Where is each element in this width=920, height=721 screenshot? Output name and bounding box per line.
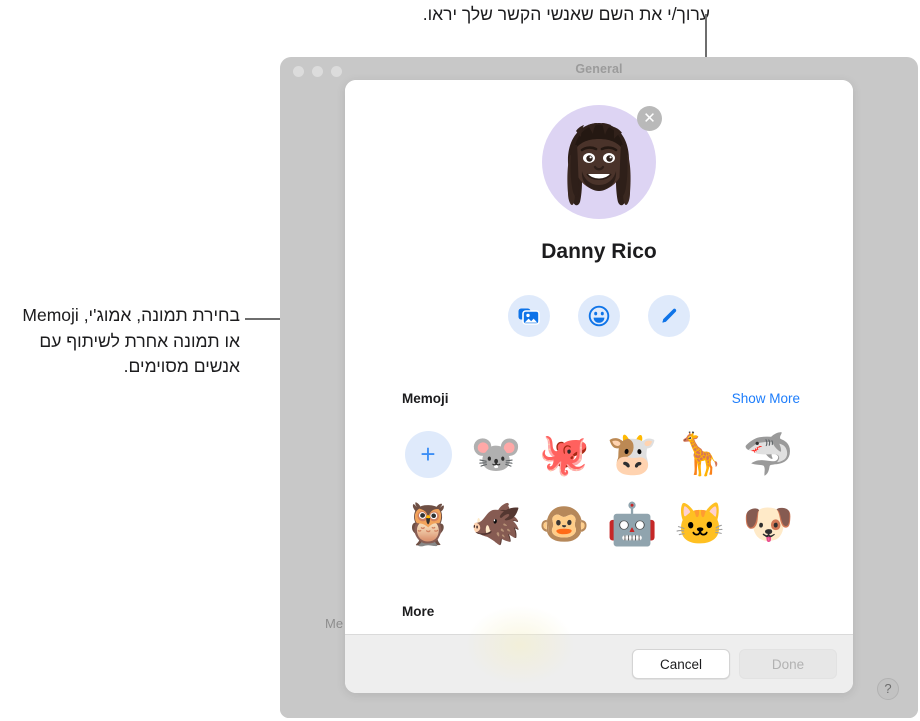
picture-picker-sheet: ✕ Danny Rico Memoji Show More + 🐭 🐙 🐮 🦒 …: [345, 80, 853, 693]
window-title: General: [575, 62, 623, 76]
memoji-cell-robot[interactable]: 🤖: [606, 498, 658, 550]
show-more-link[interactable]: Show More: [732, 391, 800, 406]
memoji-cell-shark[interactable]: 🦈: [742, 428, 794, 480]
sheet-footer: Cancel Done: [345, 605, 853, 693]
avatar[interactable]: ✕: [542, 105, 662, 219]
photos-icon: [518, 308, 540, 325]
memoji-cell-monkey[interactable]: 🐵: [538, 498, 590, 550]
shark-icon: 🦈: [742, 430, 794, 477]
obscured-label: Me: [325, 616, 344, 631]
robot-icon: 🤖: [606, 500, 658, 547]
memoji-cell-owl[interactable]: 🦉: [402, 498, 454, 550]
cow-icon: 🐮: [606, 430, 658, 477]
memoji-cell-dog[interactable]: 🐶: [742, 498, 794, 550]
dog-icon: 🐶: [742, 500, 794, 547]
cat-icon: 🐱: [674, 500, 726, 547]
memoji-cell-giraffe[interactable]: 🦒: [674, 428, 726, 480]
octopus-icon: 🐙: [538, 430, 590, 477]
sheet-scroll-area[interactable]: ✕ Danny Rico Memoji Show More + 🐭 🐙 🐮 🦒 …: [345, 80, 853, 634]
memoji-cell-mouse[interactable]: 🐭: [470, 428, 522, 480]
memoji-cell-cat[interactable]: 🐱: [674, 498, 726, 550]
close-icon[interactable]: ✕: [637, 106, 662, 131]
owl-icon: 🦉: [402, 500, 454, 547]
action-button-row: [345, 295, 853, 337]
boar-icon: 🐗: [470, 500, 522, 547]
memoji-section-title: Memoji: [402, 391, 449, 406]
mouse-icon: 🐭: [470, 430, 522, 477]
memoji-cell-octopus[interactable]: 🐙: [538, 428, 590, 480]
memoji-grid: + 🐭 🐙 🐮 🦒 🦈 🦉 🐗 🐵 🤖 🐱 🐶: [402, 428, 802, 568]
plus-icon[interactable]: +: [404, 430, 452, 478]
monkey-icon: 🐵: [538, 500, 590, 547]
memoji-cell-cow[interactable]: 🐮: [606, 428, 658, 480]
memoji-section-header: Memoji Show More: [402, 391, 800, 406]
memoji-add-cell[interactable]: +: [402, 428, 454, 480]
callout-left-text: בחירת תמונה, אמוג'י, Memoji או תמונה אחר…: [17, 305, 240, 377]
more-section-title: More: [402, 604, 435, 619]
screenshot-stage: ערוך/י את השם שאנשי הקשר שלך יראו. בחירת…: [0, 0, 920, 721]
giraffe-icon: 🦒: [674, 430, 726, 477]
help-button[interactable]: ?: [877, 678, 899, 700]
smiley-icon: [588, 305, 610, 327]
cancel-button[interactable]: Cancel: [632, 649, 730, 679]
person-name: Danny Rico: [541, 240, 657, 263]
emoji-button[interactable]: [578, 295, 620, 337]
done-button: Done: [739, 649, 837, 679]
more-section-header: More: [402, 604, 800, 619]
callout-top-text: ערוך/י את השם שאנשי הקשר שלך יראו.: [422, 4, 710, 24]
memoji-cell-boar[interactable]: 🐗: [470, 498, 522, 550]
edit-button[interactable]: [648, 295, 690, 337]
photos-button[interactable]: [508, 295, 550, 337]
pencil-icon: [662, 308, 677, 323]
